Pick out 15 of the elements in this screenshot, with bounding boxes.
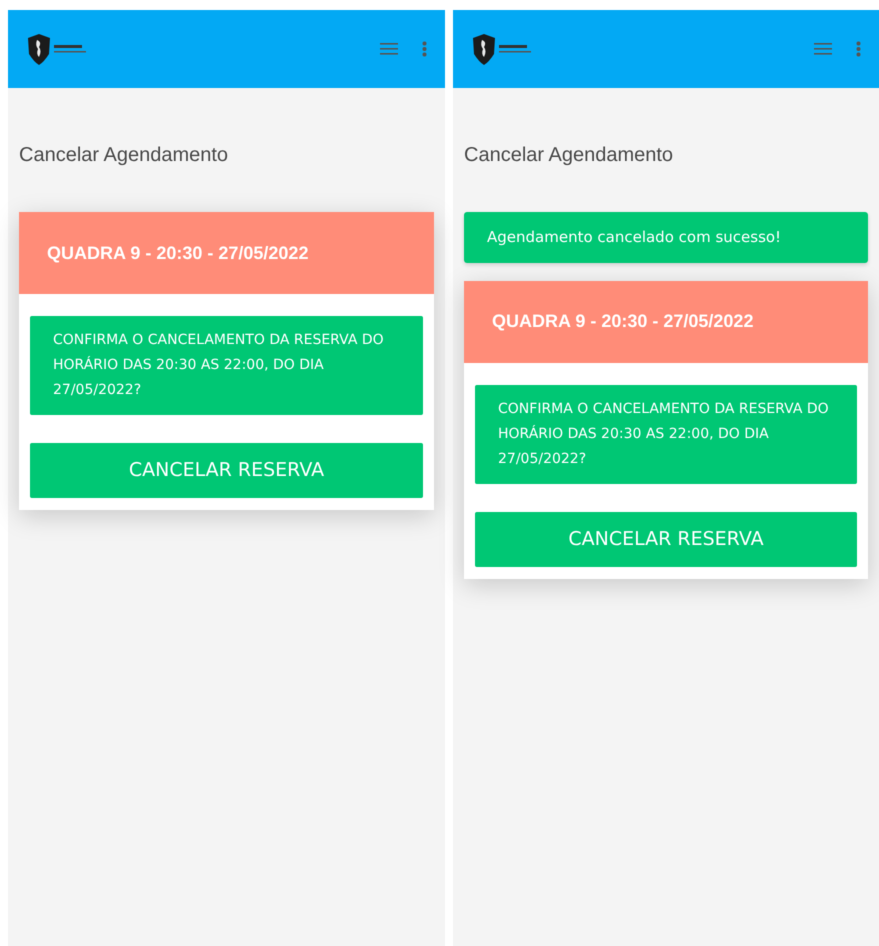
page-title: Cancelar Agendamento bbox=[19, 143, 228, 168]
cancel-reservation-button[interactable]: CANCELAR RESERVA bbox=[475, 512, 857, 566]
success-alert: Agendamento cancelado com sucesso! bbox=[464, 212, 868, 262]
confirmation-message: CONFIRMA O CANCELAMENTO DA RESERVA DO HORÁRIO DAS 20:30 AS 22:00, DO DIA 27/05/2022? bbox=[475, 384, 857, 484]
more-options-icon[interactable] bbox=[422, 41, 427, 57]
confirmation-message: CONFIRMA O CANCELAMENTO DA RESERVA DO HORÁRIO DAS 20:30 AS 22:00, DO DIA 27/05/2022? bbox=[30, 316, 423, 415]
more-options-icon[interactable] bbox=[856, 41, 861, 57]
menu-icon[interactable] bbox=[380, 42, 398, 56]
card-heading: QUADRA 9 - 20:30 - 27/05/2022 bbox=[464, 280, 868, 362]
card-heading: QUADRA 9 - 20:30 - 27/05/2022 bbox=[19, 212, 434, 294]
page-title: Cancelar Agendamento bbox=[464, 143, 674, 168]
logo-drawing bbox=[26, 32, 88, 66]
logo-drawing bbox=[471, 32, 533, 66]
menu-icon[interactable] bbox=[814, 42, 832, 56]
cancel-reservation-button[interactable]: CANCELAR RESERVA bbox=[30, 443, 423, 498]
